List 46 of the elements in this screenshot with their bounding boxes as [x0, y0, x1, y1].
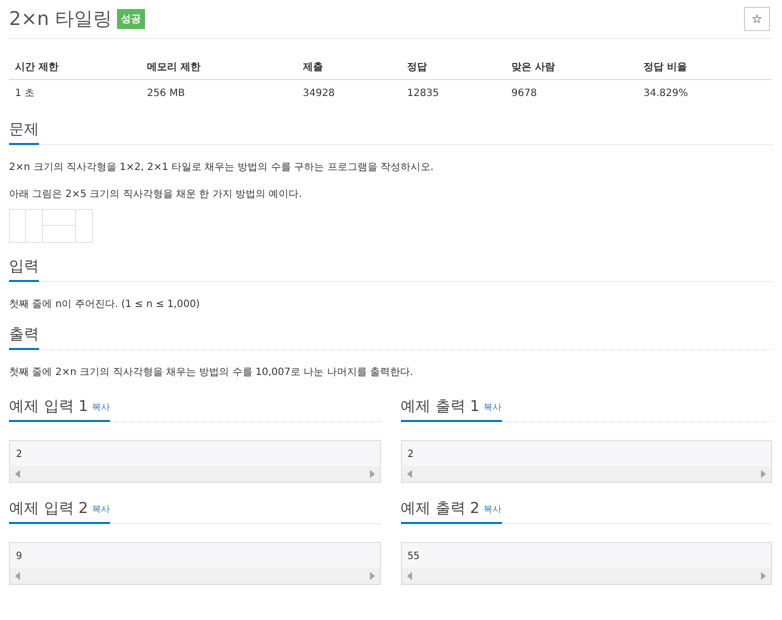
sample-text: 2 — [406, 448, 415, 462]
table-cell: 12835 — [401, 80, 506, 106]
paragraph: 아래 그림은 2×5 크기의 직사각형을 채운 한 가지 방법의 예이다. — [9, 188, 303, 201]
scroll-right-icon[interactable] — [368, 572, 374, 580]
copy-link[interactable]: 복사 — [88, 503, 110, 524]
section-heading: 입력 — [9, 257, 39, 282]
table-cell: 9678 — [505, 80, 638, 106]
section-heading: 문제 — [9, 120, 39, 145]
column-header: 시간 제한 — [9, 55, 142, 80]
scroll-left-icon[interactable] — [15, 572, 21, 580]
paragraph: 2×n 크기의 직사각형을 1×2, 2×1 타일로 채우는 방법의 수를 구하는 프로그램을 작성하시오. — [9, 161, 435, 174]
star-button[interactable]: ☆ — [744, 7, 770, 31]
column-header: 메모리 제한 — [141, 55, 297, 80]
copy-link[interactable]: 복사 — [88, 401, 110, 422]
column-header: 정답 비율 — [637, 55, 772, 80]
copy-link[interactable]: 복사 — [480, 503, 502, 524]
problem-title: 2×n 타일링 — [9, 7, 112, 32]
scroll-right-icon[interactable] — [760, 572, 766, 580]
status-badge: 성공 — [117, 9, 146, 29]
sample-heading: 예제 출력 1 — [400, 397, 480, 422]
scrollbar[interactable] — [402, 568, 771, 584]
table-cell: 256 MB — [141, 80, 297, 106]
scrollbar[interactable] — [10, 466, 380, 482]
paragraph: 첫째 줄에 2×n 크기의 직사각형을 채우는 방법의 수를 10,007로 나눈 나머지를 출력한다. — [9, 366, 414, 379]
sample-text: 2 — [15, 448, 24, 462]
scrollbar[interactable] — [402, 466, 771, 482]
scroll-right-icon[interactable] — [368, 470, 374, 478]
paragraph: 첫째 줄에 n이 주어진다. (1 ≤ n ≤ 1,000) — [9, 298, 201, 311]
table-cell: 34928 — [296, 80, 402, 106]
scrollbar[interactable] — [10, 568, 380, 584]
table-cell: 34.829% — [637, 80, 772, 106]
section-heading: 출력 — [9, 325, 39, 350]
sample-heading: 예제 출력 2 — [400, 499, 480, 524]
sample-text: 9 — [15, 550, 24, 564]
scroll-right-icon[interactable] — [760, 470, 766, 478]
scroll-left-icon[interactable] — [406, 572, 412, 580]
scroll-left-icon[interactable] — [406, 470, 412, 478]
column-header: 맞은 사람 — [505, 55, 638, 80]
column-header: 정답 — [401, 55, 506, 80]
sample-text: 55 — [406, 550, 421, 564]
sample-heading: 예제 입력 2 — [9, 499, 88, 524]
sample-heading: 예제 입력 1 — [9, 397, 88, 422]
copy-link[interactable]: 복사 — [480, 401, 502, 422]
column-header: 제출 — [296, 55, 402, 80]
scroll-left-icon[interactable] — [15, 470, 21, 478]
table-cell: 1 초 — [9, 80, 142, 106]
